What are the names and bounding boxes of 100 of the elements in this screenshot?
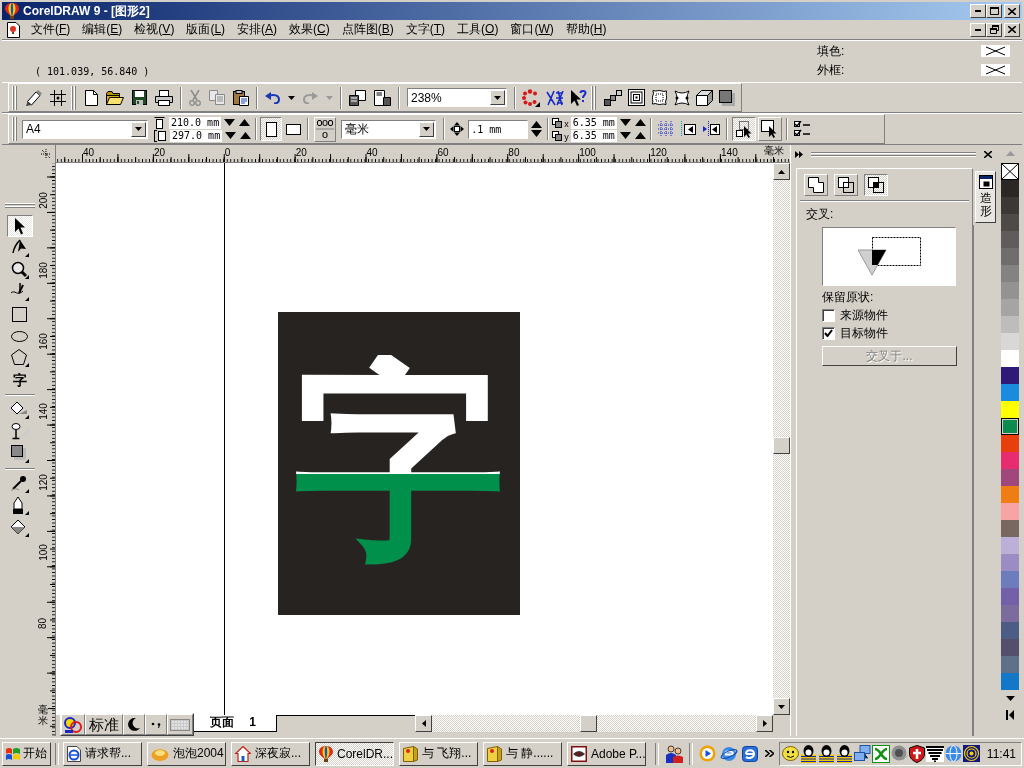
- page-tab[interactable]: 页面 1: [193, 715, 277, 732]
- extrude-icon[interactable]: [696, 89, 713, 106]
- paper-size-dropdown[interactable]: A4: [22, 119, 148, 139]
- tool-button[interactable]: [6, 215, 33, 237]
- toolbar-grip[interactable]: [591, 85, 597, 110]
- spin-up-icon[interactable]: [634, 132, 646, 139]
- menu-item[interactable]: 文字(T): [399, 21, 452, 38]
- color-swatch[interactable]: [1001, 384, 1019, 401]
- maximize-button[interactable]: [986, 4, 1002, 18]
- clipboard-icon[interactable]: [233, 89, 249, 106]
- color-swatch[interactable]: [1001, 639, 1019, 656]
- color-swatch[interactable]: [1001, 299, 1019, 316]
- mail-e-icon[interactable]: [742, 745, 758, 762]
- signal-waves-icon[interactable]: [962, 745, 980, 762]
- scroll-up-button[interactable]: [773, 163, 790, 180]
- no-fill-swatch-icon[interactable]: [981, 45, 1010, 57]
- docker-tab[interactable]: 造形: [975, 171, 996, 224]
- penguin-icon[interactable]: [799, 744, 817, 763]
- vertical-scrollbar[interactable]: [773, 163, 790, 715]
- taskbar-button[interactable]: 与 静......: [483, 741, 562, 766]
- copy-icon[interactable]: [209, 90, 225, 105]
- network-computers-icon[interactable]: [853, 745, 871, 762]
- menu-item[interactable]: 检视(V): [128, 21, 181, 38]
- pencil-icon[interactable]: [26, 89, 42, 106]
- spin-down-icon[interactable]: [619, 119, 631, 126]
- disc-icon[interactable]: [890, 745, 908, 762]
- color-swatch[interactable]: [1001, 367, 1019, 384]
- minimize-button[interactable]: [970, 22, 986, 37]
- color-swatch[interactable]: [1001, 401, 1019, 418]
- ruler-origin-icon[interactable]: [41, 149, 51, 159]
- page-height-field[interactable]: 297.0 mm: [170, 129, 223, 142]
- scroll-thumb[interactable]: [773, 437, 790, 454]
- color-swatch[interactable]: [1001, 282, 1019, 299]
- menu-item[interactable]: 编辑(E): [76, 21, 129, 38]
- spin-up-icon[interactable]: [634, 119, 646, 126]
- menu-item[interactable]: 窗口(W): [504, 21, 560, 38]
- color-swatch[interactable]: [1001, 622, 1019, 639]
- menu-item[interactable]: 安排(A): [231, 21, 284, 38]
- checklist-icon[interactable]: [793, 121, 810, 137]
- start-button[interactable]: 开始: [2, 741, 51, 766]
- dotted-grid-icon[interactable]: [657, 121, 674, 137]
- scroll-left-button[interactable]: [415, 715, 432, 732]
- no-color-swatch-icon[interactable]: [1001, 163, 1019, 180]
- color-swatch[interactable]: [1001, 469, 1019, 486]
- color-swatch[interactable]: [1001, 673, 1019, 690]
- color-swatch[interactable]: [1001, 588, 1019, 605]
- color-swatch[interactable]: [1001, 418, 1019, 435]
- envelope-icon[interactable]: [651, 89, 668, 106]
- no-outline-swatch-icon[interactable]: [981, 64, 1010, 76]
- spin-down-icon[interactable]: [225, 132, 237, 139]
- taskbar-button[interactable]: 深夜寂...: [231, 741, 310, 766]
- help-pointer-icon[interactable]: [570, 88, 587, 107]
- duplicate-offset-field[interactable]: 6.35 mm: [570, 129, 617, 142]
- spin-up-icon[interactable]: [531, 121, 543, 128]
- crossed-curves-icon[interactable]: [871, 744, 890, 763]
- color-swatch[interactable]: [1001, 452, 1019, 469]
- menu-item[interactable]: 效果(C): [283, 21, 336, 38]
- new-document-icon[interactable]: [85, 89, 98, 106]
- undo-icon[interactable]: [265, 91, 280, 104]
- printer-icon[interactable]: [155, 89, 173, 106]
- punctuation-icon[interactable]: [151, 721, 161, 728]
- portrait-button[interactable]: [260, 117, 283, 141]
- page-width-field[interactable]: 210.0 mm: [169, 116, 222, 129]
- scroll-right-button[interactable]: [756, 715, 773, 732]
- duplicate-offset-field[interactable]: 6.35 mm: [570, 116, 617, 129]
- checkbox[interactable]: [822, 326, 835, 340]
- spin-down-icon[interactable]: [224, 119, 236, 126]
- horizontal-scrollbar[interactable]: [415, 715, 773, 732]
- penguin-icon[interactable]: [835, 744, 853, 763]
- menu-item[interactable]: 工具(O): [451, 21, 505, 38]
- color-swatch[interactable]: [1001, 197, 1019, 214]
- restore-button[interactable]: [986, 22, 1002, 37]
- color-swatch[interactable]: [1001, 316, 1019, 333]
- scroll-down-icon[interactable]: [1005, 696, 1015, 701]
- spin-down-icon[interactable]: [531, 130, 543, 137]
- toolbar-grip[interactable]: [12, 85, 18, 110]
- mirrored-frames-icon[interactable]: [701, 121, 720, 137]
- keyboard-icon[interactable]: [170, 718, 190, 731]
- overlapping-rings-icon[interactable]: [64, 715, 82, 734]
- browser-e-icon[interactable]: [720, 745, 738, 762]
- input-mode-button[interactable]: 标准: [85, 714, 123, 735]
- color-swatch[interactable]: [1001, 435, 1019, 452]
- toolbar-grip[interactable]: [71, 85, 77, 110]
- mode-button[interactable]: [864, 174, 888, 196]
- taskbar-button[interactable]: 泡泡2004: [147, 741, 226, 766]
- color-swatch[interactable]: [1001, 656, 1019, 673]
- zoom-dropdown[interactable]: 238%: [407, 88, 507, 107]
- shield-icon[interactable]: [908, 744, 925, 763]
- save-icon[interactable]: [132, 90, 147, 105]
- document-icon[interactable]: [7, 21, 20, 38]
- scroll-to-start-icon[interactable]: [1006, 710, 1014, 720]
- close-button[interactable]: [1004, 4, 1020, 18]
- spin-up-icon[interactable]: [240, 132, 252, 139]
- checkbox-label[interactable]: 来源物件: [840, 308, 888, 322]
- close-button[interactable]: [1004, 22, 1020, 37]
- color-swatch[interactable]: [1001, 486, 1019, 503]
- play-icon[interactable]: [699, 745, 716, 762]
- lattice-icon[interactable]: [546, 89, 564, 106]
- units-dropdown[interactable]: 毫米: [341, 119, 437, 139]
- spin-up-icon[interactable]: [239, 119, 251, 126]
